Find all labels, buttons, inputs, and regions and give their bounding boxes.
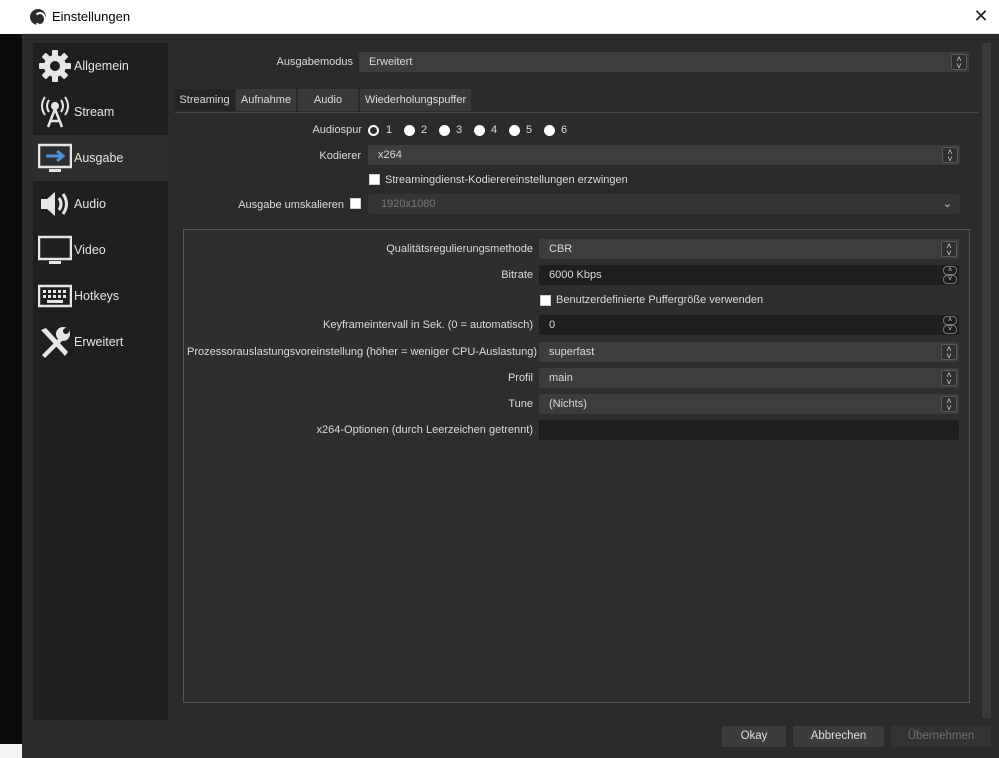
audio-track-radio-label: 3 (456, 124, 463, 136)
sidebar-item-label: Stream (74, 105, 115, 119)
audio-track-radio-label: 1 (386, 124, 393, 136)
obs-logo-icon (30, 9, 46, 26)
rescale-label: Ausgabe umskalieren (238, 199, 344, 211)
sidebar-item-allgemein[interactable]: Allgemein (33, 43, 168, 89)
title-bar: Einstellungen ✕ (22, 0, 999, 34)
rescale-resolution-value: 1920x1080 (381, 198, 436, 210)
enforce-settings-label: Streamingdienst-Kodierereinstellungen er… (385, 174, 628, 186)
speaker-icon (36, 184, 74, 224)
spin-down-icon[interactable]: ˅ (943, 275, 957, 284)
audio-track-radio-label: 2 (421, 124, 428, 136)
cpu-preset-select[interactable]: superfast ˄ ˅ (539, 342, 959, 362)
audio-track-label: Audiospur (312, 124, 362, 136)
bitrate-value: 6000 Kbps (549, 269, 602, 281)
spin-up-icon[interactable]: ˄ (943, 316, 957, 325)
sidebar-item-hotkeys[interactable]: Hotkeys (33, 273, 168, 319)
updown-chevron-icon: ˄ ˅ (941, 370, 957, 387)
rescale-checkbox[interactable] (350, 198, 361, 209)
audio-track-radio-6[interactable] (544, 125, 555, 136)
updown-chevron-icon: ˄ ˅ (941, 396, 957, 413)
keyframe-spinbox[interactable]: 0 ˄ ˅ (539, 315, 959, 335)
audio-track-radio-2[interactable] (404, 125, 415, 136)
spin-up-icon[interactable]: ˄ (943, 266, 957, 275)
sidebar-item-video[interactable]: Video (33, 227, 168, 273)
tab-streaming[interactable]: Streaming (175, 89, 234, 111)
updown-chevron-icon: ˄ ˅ (941, 241, 957, 258)
tools-icon (36, 322, 74, 362)
apply-button[interactable]: Übernehmen (891, 726, 991, 747)
x264-options-input[interactable] (539, 420, 959, 440)
spin-buttons[interactable]: ˄ ˅ (943, 316, 957, 334)
sidebar-item-erweitert[interactable]: Erweitert (33, 319, 168, 365)
sidebar-item-label: Erweitert (74, 335, 124, 349)
rescale-resolution-select[interactable]: 1920x1080 ⌄ (368, 194, 960, 214)
output-mode-select[interactable]: Erweitert ˄ ˅ (359, 52, 969, 72)
enforce-settings-checkbox[interactable] (369, 174, 380, 185)
sidebar: Allgemein Stream Ausgabe Audio Video Hot… (33, 43, 168, 720)
audio-track-radio-label: 6 (561, 124, 568, 136)
tune-select[interactable]: (Nichts) ˄ ˅ (539, 394, 959, 414)
sidebar-item-label: Hotkeys (74, 289, 120, 303)
audio-track-radio-label: 4 (491, 124, 498, 136)
ok-button[interactable]: Okay (722, 726, 786, 747)
cancel-button[interactable]: Abbrechen (793, 726, 884, 747)
encoder-label: Kodierer (319, 150, 361, 162)
custom-buffer-checkbox[interactable] (540, 295, 551, 306)
broadcast-antenna-icon (36, 92, 74, 132)
sidebar-item-stream[interactable]: Stream (33, 89, 168, 135)
sidebar-item-label: Ausgabe (74, 151, 124, 165)
audio-track-radio-4[interactable] (474, 125, 485, 136)
settings-window: Allgemein Stream Ausgabe Audio Video Hot… (22, 34, 999, 758)
audio-track-radio-1[interactable] (368, 125, 379, 136)
close-icon[interactable]: ✕ (969, 4, 993, 28)
scrollbar[interactable] (982, 43, 991, 718)
tab-aufnahme[interactable]: Aufnahme (236, 89, 296, 111)
sidebar-item-label: Audio (74, 197, 106, 211)
updown-chevron-icon: ˄ ˅ (941, 344, 957, 361)
spin-buttons[interactable]: ˄ ˅ (943, 266, 957, 284)
cpu-preset-value: superfast (549, 346, 595, 358)
encoder-value: x264 (378, 149, 402, 161)
chevron-down-icon: ⌄ (942, 198, 952, 210)
audio-track-radio-5[interactable] (509, 125, 520, 136)
background-strip (0, 34, 22, 758)
custom-buffer-label: Benutzerdefinierte Puffergröße verwenden (556, 294, 764, 306)
keyframe-value: 0 (549, 319, 556, 331)
keyboard-icon (36, 276, 74, 316)
output-mode-value: Erweitert (369, 56, 413, 68)
sidebar-item-audio[interactable]: Audio (33, 181, 168, 227)
window-title: Einstellungen (52, 9, 131, 24)
bitrate-label: Bitrate (501, 269, 533, 281)
updown-chevron-icon: ˄ ˅ (951, 54, 967, 71)
bitrate-spinbox[interactable]: 6000 Kbps ˄ ˅ (539, 265, 959, 285)
audio-track-radio-label: 5 (526, 124, 533, 136)
updown-chevron-icon: ˄ ˅ (942, 147, 958, 164)
tab-wiederholungspuffer[interactable]: Wiederholungspuffer (360, 89, 471, 111)
cpu-preset-label: Prozessorauslastungsvoreinstellung (höhe… (187, 346, 538, 358)
profile-select[interactable]: main ˄ ˅ (539, 368, 959, 388)
audio-track-radio-3[interactable] (439, 125, 450, 136)
gear-icon (36, 46, 74, 86)
keyframe-label: Keyframeintervall in Sek. (0 = automatis… (322, 319, 533, 331)
profile-value: main (549, 372, 573, 384)
sidebar-item-label: Allgemein (74, 59, 129, 73)
x264-options-label: x264-Optionen (durch Leerzeichen getrenn… (316, 424, 533, 436)
rate-control-label: Qualitätsregulierungsmethode (386, 243, 533, 255)
rate-control-select[interactable]: CBR ˄ ˅ (539, 239, 959, 259)
tab-audio[interactable]: Audio (298, 89, 358, 111)
background-strip-bottom (0, 744, 22, 758)
sidebar-item-ausgabe[interactable]: Ausgabe (33, 135, 168, 181)
sidebar-item-label: Video (74, 243, 106, 257)
monitor-output-icon (36, 138, 74, 178)
rate-control-value: CBR (549, 243, 573, 255)
tab-divider (175, 112, 978, 113)
tune-value: (Nichts) (549, 398, 587, 410)
profile-label: Profil (507, 372, 533, 384)
encoder-select[interactable]: x264 ˄ ˅ (368, 145, 960, 165)
output-mode-label: Ausgabemodus (276, 56, 353, 68)
monitor-icon (36, 230, 74, 270)
tune-label: Tune (508, 398, 533, 410)
spin-down-icon[interactable]: ˅ (943, 325, 957, 334)
